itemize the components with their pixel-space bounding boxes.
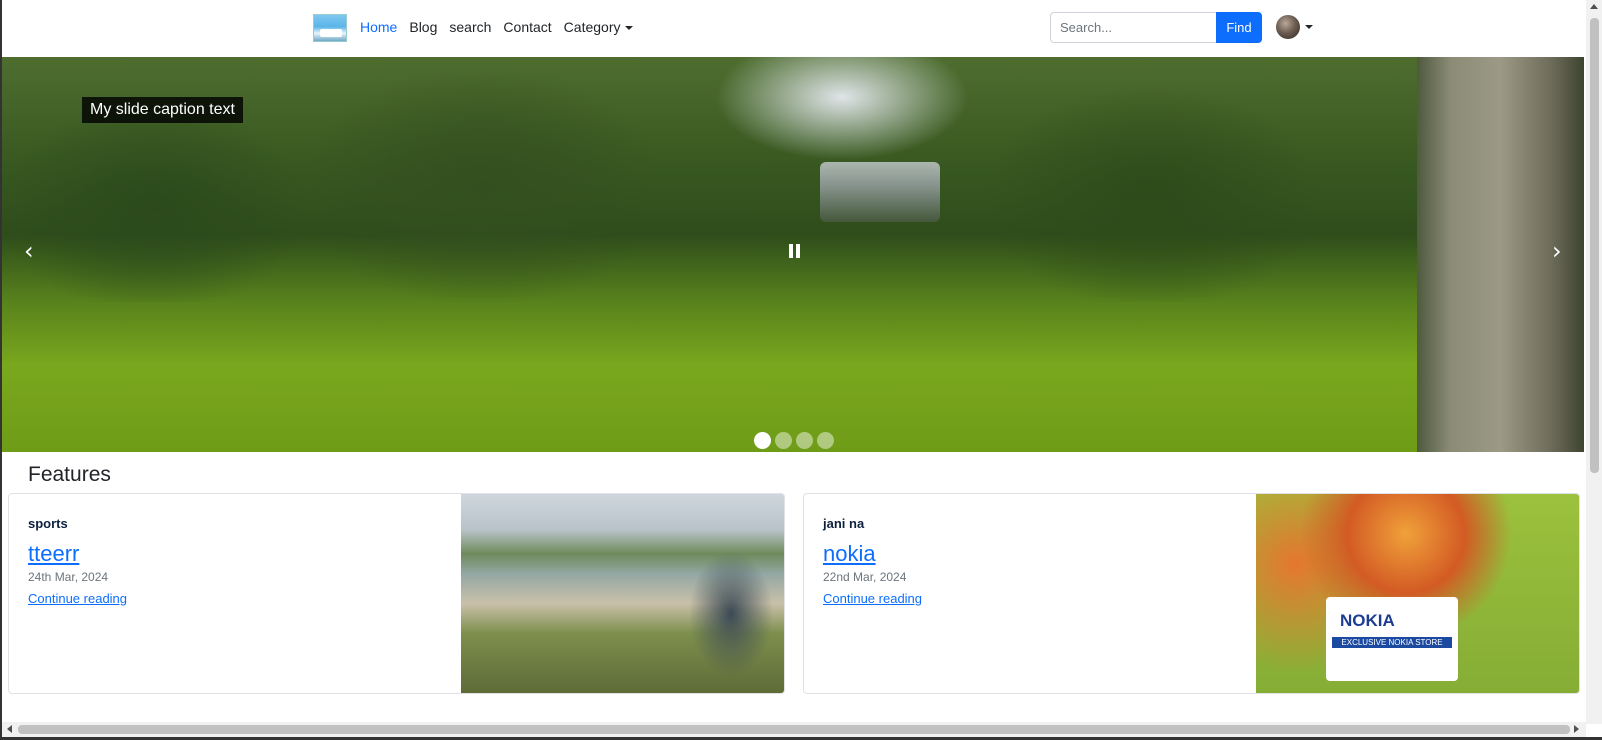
avatar (1276, 15, 1300, 39)
feature-card: jani na nokia 22nd Mar, 2024 Continue re… (803, 493, 1580, 694)
continue-reading-link[interactable]: Continue reading (823, 591, 922, 606)
nav-category-dropdown[interactable]: Category (558, 17, 640, 37)
carousel-image-house (820, 162, 940, 222)
nav-blog-link[interactable]: Blog (403, 17, 443, 37)
search-form: Find (1050, 12, 1262, 43)
scroll-left-arrow-icon[interactable] (7, 725, 12, 733)
nav-search-link[interactable]: search (443, 17, 497, 37)
hero-carousel: My slide caption text ‹ › (2, 57, 1584, 452)
caret-down-icon (1305, 25, 1313, 29)
card-title-link[interactable]: tteerr (28, 541, 127, 567)
features-heading: Features (28, 463, 111, 486)
feature-card: sports tteerr 24th Mar, 2024 Continue re… (8, 493, 785, 694)
card-thumbnail-image (461, 494, 784, 693)
scroll-up-arrow-icon[interactable] (1590, 4, 1598, 9)
nokia-store-band: EXCLUSIVE NOKIA STORE (1332, 637, 1452, 648)
carousel-image (2, 57, 1584, 302)
slide-caption: My slide caption text (82, 97, 243, 123)
site-logo[interactable] (313, 14, 347, 42)
nokia-logo-text: NOKIA (1340, 611, 1395, 630)
caret-down-icon (625, 26, 634, 31)
carousel-indicator[interactable] (754, 432, 771, 449)
nav-home-link[interactable]: Home (354, 17, 403, 37)
carousel-prev-button[interactable]: ‹ (24, 237, 34, 265)
card-thumbnail-image: NOKIA EXCLUSIVE NOKIA STORE (1256, 494, 1579, 693)
card-body: sports tteerr 24th Mar, 2024 Continue re… (28, 516, 127, 606)
horizontal-scrollbar[interactable] (2, 722, 1586, 737)
card-title-link[interactable]: nokia (823, 541, 922, 567)
carousel-next-button[interactable]: › (1552, 237, 1562, 265)
vertical-scroll-thumb[interactable] (1590, 18, 1599, 473)
carousel-indicator[interactable] (796, 432, 813, 449)
continue-reading-link[interactable]: Continue reading (28, 591, 127, 606)
vertical-scrollbar[interactable] (1586, 0, 1602, 724)
card-date: 24th Mar, 2024 (28, 570, 109, 584)
nav-contact-link[interactable]: Contact (497, 17, 557, 37)
scroll-right-arrow-icon[interactable] (1574, 725, 1579, 733)
card-body: jani na nokia 22nd Mar, 2024 Continue re… (823, 516, 922, 606)
user-menu-dropdown[interactable] (1276, 15, 1313, 39)
nokia-business-card: NOKIA EXCLUSIVE NOKIA STORE (1326, 597, 1458, 681)
nav-category-label: Category (563, 19, 621, 35)
navbar: Home Blog search Contact Category Find (2, 0, 1586, 57)
card-category: sports (28, 516, 68, 531)
card-category: jani na (823, 516, 865, 531)
carousel-indicator[interactable] (775, 432, 792, 449)
carousel-indicators (754, 432, 834, 449)
nav-links: Home Blog search Contact Category (354, 17, 639, 37)
card-date: 22nd Mar, 2024 (823, 570, 907, 584)
find-button[interactable]: Find (1216, 12, 1262, 43)
horizontal-scroll-thumb[interactable] (18, 725, 1570, 734)
carousel-indicator[interactable] (817, 432, 834, 449)
pause-icon[interactable] (789, 244, 801, 258)
search-input[interactable] (1050, 12, 1216, 43)
